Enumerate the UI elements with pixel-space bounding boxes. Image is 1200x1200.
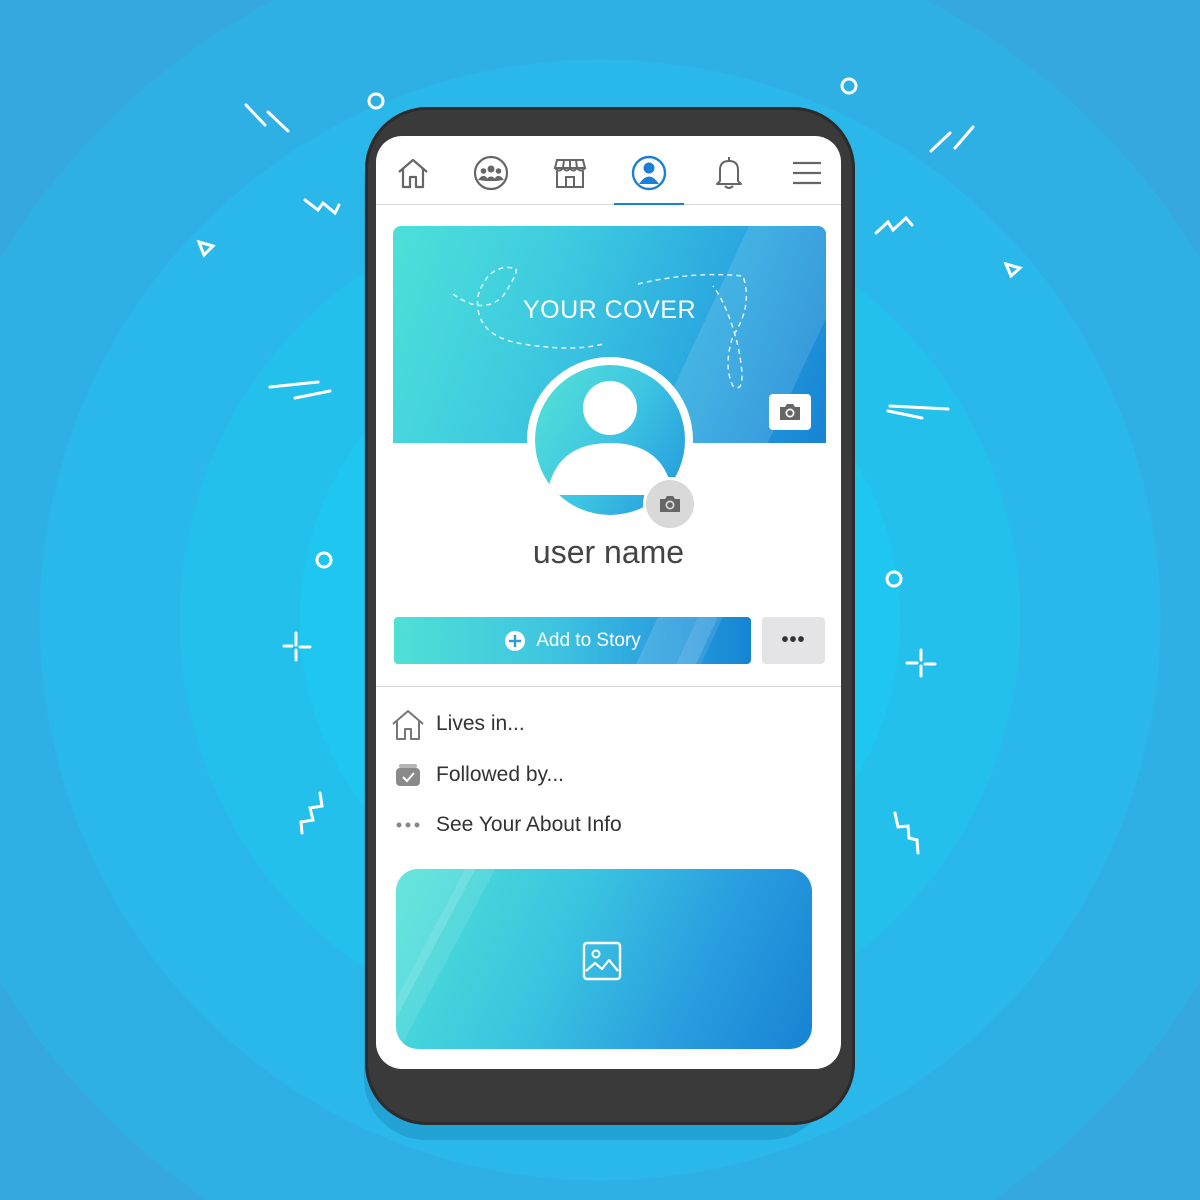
menu-icon (793, 161, 821, 185)
nav-groups[interactable] (466, 150, 516, 196)
about-lives-in[interactable]: Lives in... (390, 704, 525, 744)
photo-card[interactable] (396, 869, 812, 1049)
top-nav-bar (376, 136, 841, 205)
nav-profile[interactable] (614, 150, 684, 205)
bell-icon (716, 157, 742, 189)
ellipsis-icon (396, 822, 420, 828)
about-see-info-label: See Your About Info (436, 813, 622, 836)
more-options-button[interactable]: ••• (762, 617, 825, 664)
cover-title: YOUR COVER (522, 296, 697, 324)
image-icon (582, 941, 622, 981)
about-lives-in-label: Lives in... (436, 712, 525, 735)
profile-icon (631, 155, 667, 191)
home-icon (392, 710, 424, 740)
phone-screen: YOUR COVER user name Add to Story ••• Li… (376, 136, 841, 1069)
groups-icon (473, 155, 509, 191)
username: user name (532, 534, 685, 570)
nav-notifications[interactable] (704, 150, 754, 196)
cover-camera-button[interactable] (769, 394, 811, 430)
about-see-info[interactable]: See Your About Info (390, 805, 622, 845)
section-divider (376, 686, 841, 687)
marketplace-icon (553, 159, 587, 188)
plus-circle-icon (505, 630, 526, 651)
home-icon (398, 158, 428, 189)
add-to-story-button[interactable]: Add to Story (394, 617, 751, 664)
about-followed-by[interactable]: Followed by... (390, 755, 564, 795)
followed-icon (396, 764, 420, 786)
camera-icon (780, 404, 800, 420)
nav-marketplace[interactable] (545, 150, 595, 196)
avatar-camera-button[interactable] (643, 477, 697, 531)
add-to-story-label: Add to Story (536, 629, 641, 651)
camera-icon (660, 496, 680, 512)
about-followed-by-label: Followed by... (436, 763, 564, 786)
nav-home[interactable] (388, 150, 438, 196)
nav-menu[interactable] (782, 150, 832, 196)
